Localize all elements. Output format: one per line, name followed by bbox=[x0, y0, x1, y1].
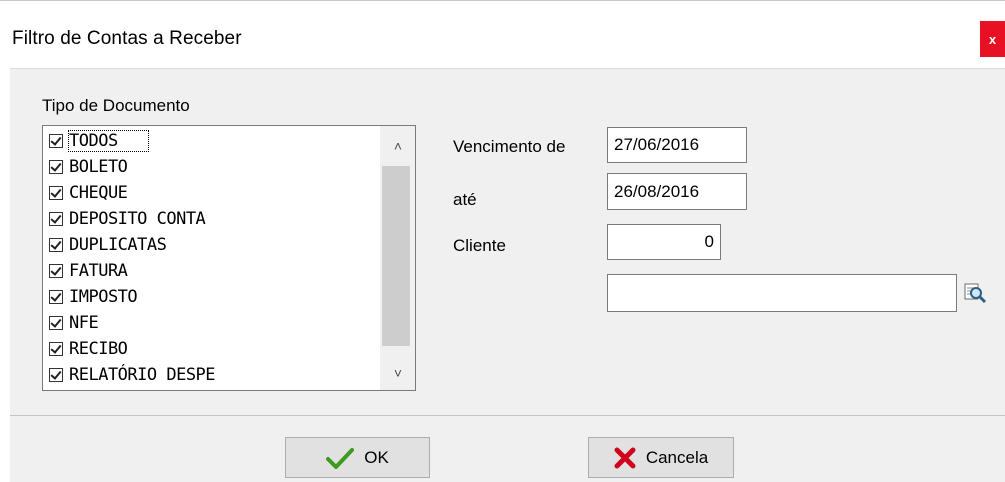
list-item-label: BOLETO bbox=[69, 157, 128, 177]
list-item-label: TODOS bbox=[68, 130, 149, 152]
list-item[interactable]: RECIBO bbox=[49, 336, 128, 362]
close-icon: x bbox=[988, 31, 997, 47]
cancel-label: Cancela bbox=[645, 447, 709, 467]
checkbox-icon[interactable] bbox=[49, 264, 63, 278]
chevron-down-icon[interactable]: ˅ bbox=[388, 363, 408, 383]
scroll-thumb[interactable] bbox=[382, 166, 410, 346]
checkbox-icon[interactable] bbox=[49, 316, 63, 330]
checkbox-icon[interactable] bbox=[49, 290, 63, 304]
search-client-icon[interactable] bbox=[963, 281, 987, 305]
client-code-value: 0 bbox=[704, 232, 714, 251]
ok-label: OK bbox=[364, 447, 389, 467]
list-item[interactable]: FATURA bbox=[49, 258, 128, 284]
client-code-input[interactable]: 0 bbox=[607, 224, 721, 260]
document-type-label: Tipo de Documento bbox=[42, 96, 190, 115]
client-label: Cliente bbox=[453, 236, 506, 255]
list-item[interactable]: TODOS bbox=[49, 128, 149, 154]
due-from-value: 27/06/2016 bbox=[614, 135, 700, 154]
checkbox-icon[interactable] bbox=[49, 212, 63, 226]
chevron-up-icon[interactable]: ˄ bbox=[388, 136, 408, 156]
list-item-label: IMPOSTO bbox=[69, 287, 138, 307]
checkbox-icon[interactable] bbox=[49, 186, 63, 200]
dialog-footer bbox=[10, 415, 1005, 482]
checkbox-icon[interactable] bbox=[49, 368, 63, 382]
window-title: Filtro de Contas a Receber bbox=[12, 28, 242, 49]
list-item[interactable]: IMPOSTO bbox=[49, 284, 138, 310]
cancel-x-icon bbox=[614, 447, 636, 469]
checkbox-icon[interactable] bbox=[49, 160, 63, 174]
list-item[interactable]: CHEQUE bbox=[49, 180, 128, 206]
list-item-label: RELATÓRIO DESPE bbox=[69, 365, 216, 385]
vertical-scrollbar[interactable]: ˄ ˅ bbox=[380, 126, 415, 390]
checkbox-icon[interactable] bbox=[49, 238, 63, 252]
ok-button[interactable]: OK bbox=[285, 437, 430, 478]
due-to-input[interactable]: 26/08/2016 bbox=[607, 173, 747, 210]
due-to-value: 26/08/2016 bbox=[614, 181, 700, 201]
list-item-label: CHEQUE bbox=[69, 183, 128, 203]
checkbox-icon[interactable] bbox=[49, 134, 63, 148]
due-from-input[interactable]: 27/06/2016 bbox=[607, 127, 747, 163]
list-item[interactable]: DEPOSITO CONTA bbox=[49, 206, 206, 232]
cancel-button[interactable]: Cancela bbox=[588, 437, 734, 478]
list-item-label: NFE bbox=[69, 313, 99, 333]
list-item-label: DUPLICATAS bbox=[69, 235, 167, 255]
title-bar: Filtro de Contas a Receber x bbox=[0, 0, 1005, 68]
list-item-label: RECIBO bbox=[69, 339, 128, 359]
checkbox-icon[interactable] bbox=[49, 342, 63, 356]
list-item[interactable]: BOLETO bbox=[49, 154, 128, 180]
list-item-label: DEPOSITO CONTA bbox=[69, 209, 206, 229]
document-type-list[interactable]: TODOS BOLETO CHEQUE DEPOSITO CONTA DUPLI… bbox=[42, 125, 416, 391]
list-item-label: FATURA bbox=[69, 261, 128, 281]
client-name-input[interactable] bbox=[607, 274, 957, 312]
list-item[interactable]: RELATÓRIO DESPE bbox=[49, 362, 216, 388]
checkmark-icon bbox=[326, 447, 355, 469]
list-item[interactable]: NFE bbox=[49, 310, 99, 336]
due-to-label: até bbox=[453, 190, 477, 209]
list-item[interactable]: DUPLICATAS bbox=[49, 232, 167, 258]
close-button[interactable]: x bbox=[980, 21, 1005, 57]
due-from-label: Vencimento de bbox=[453, 137, 566, 156]
